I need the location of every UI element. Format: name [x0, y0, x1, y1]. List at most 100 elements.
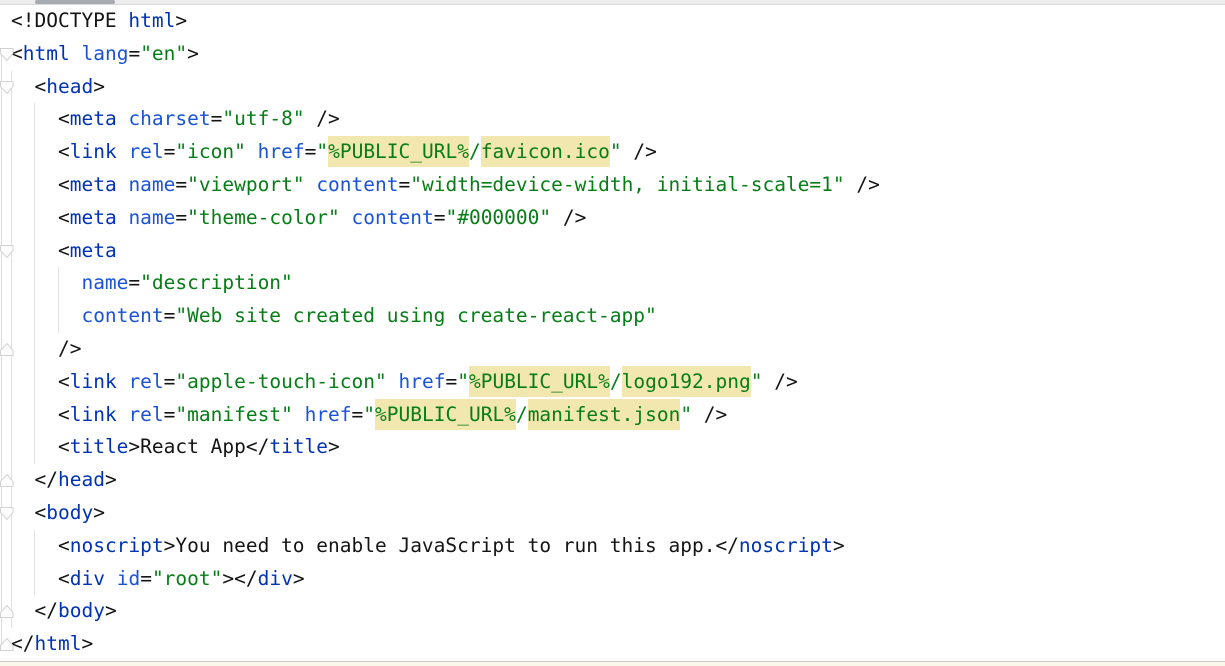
code-token: title — [269, 435, 328, 458]
code-token: > — [105, 599, 117, 622]
code-token: < — [58, 140, 70, 163]
code-line[interactable]: <head> — [11, 71, 1225, 104]
code-token: = — [164, 370, 176, 393]
code-editor: <!DOCTYPE html><html lang="en"> <head> <… — [0, 0, 1225, 666]
code-token: < — [58, 239, 70, 262]
fold-start-icon[interactable] — [0, 507, 14, 520]
code-token: </ — [34, 599, 57, 622]
code-token — [11, 468, 34, 491]
code-token: /> — [763, 370, 798, 393]
code-token: = — [434, 206, 446, 229]
code-line[interactable]: </body> — [11, 595, 1225, 628]
code-token: = — [164, 403, 176, 426]
code-line[interactable]: <!DOCTYPE html> — [11, 5, 1225, 38]
code-line[interactable]: <title>React App</title> — [11, 431, 1225, 464]
code-token — [70, 42, 82, 65]
code-token — [117, 403, 129, 426]
code-token: = — [211, 107, 223, 130]
code-line[interactable]: <html lang="en"> — [11, 38, 1225, 71]
code-line[interactable]: <meta charset="utf-8" /> — [11, 103, 1225, 136]
code-token: "apple-touch-icon" — [175, 370, 386, 393]
scrollbar-thumb[interactable] — [35, 0, 115, 4]
code-token: meta — [70, 239, 117, 262]
fold-end-icon[interactable] — [0, 343, 14, 356]
code-token: /> — [845, 173, 880, 196]
code-token: rel — [128, 370, 163, 393]
code-token: = — [128, 271, 140, 294]
code-token: link — [70, 140, 117, 163]
fold-end-icon[interactable] — [0, 638, 14, 651]
code-token — [117, 370, 129, 393]
code-area[interactable]: <!DOCTYPE html><html lang="en"> <head> <… — [0, 5, 1225, 661]
code-token: content — [81, 304, 163, 327]
code-line[interactable]: <noscript>You need to enable JavaScript … — [11, 530, 1225, 563]
code-line[interactable]: name="description" — [11, 267, 1225, 300]
code-token: "width=device-width, initial-scale=1" — [410, 173, 844, 196]
fold-end-icon[interactable] — [0, 474, 14, 487]
code-token: < — [58, 534, 70, 557]
code-token: React App — [140, 435, 246, 458]
code-token: You need to enable JavaScript to run thi… — [175, 534, 715, 557]
code-line[interactable]: <div id="root"></div> — [11, 563, 1225, 596]
code-token: title — [70, 435, 129, 458]
code-token — [293, 403, 305, 426]
code-token: html — [34, 632, 81, 655]
code-token — [11, 501, 34, 524]
indent-guide — [34, 530, 35, 596]
code-line[interactable]: <link rel="icon" href="%PUBLIC_URL%/favi… — [11, 136, 1225, 169]
code-token: "description" — [140, 271, 293, 294]
fold-start-icon[interactable] — [0, 81, 14, 94]
code-line[interactable]: </head> — [11, 464, 1225, 497]
code-line[interactable]: <meta — [11, 235, 1225, 268]
code-token: < — [58, 173, 70, 196]
code-line[interactable]: <meta name="viewport" content="width=dev… — [11, 169, 1225, 202]
code-token: "theme-color" — [187, 206, 340, 229]
code-token: content — [352, 206, 434, 229]
code-token: "en" — [140, 42, 187, 65]
code-token: meta — [70, 173, 117, 196]
code-token — [117, 140, 129, 163]
code-token: > — [93, 501, 105, 524]
code-token: </ — [34, 468, 57, 491]
highlighted-token: %PUBLIC_URL% — [328, 136, 469, 167]
code-token: href — [305, 403, 352, 426]
code-token: = — [352, 403, 364, 426]
code-token: "icon" — [175, 140, 245, 163]
code-line[interactable]: <link rel="manifest" href="%PUBLIC_URL%/… — [11, 399, 1225, 432]
fold-start-icon[interactable] — [0, 48, 14, 61]
code-token — [11, 75, 34, 98]
code-token — [117, 107, 129, 130]
code-token: meta — [70, 206, 117, 229]
code-token — [117, 206, 129, 229]
code-token: href — [258, 140, 305, 163]
code-token: name — [128, 173, 175, 196]
code-token: = — [399, 173, 411, 196]
code-token: < — [34, 501, 46, 524]
code-token: < — [58, 403, 70, 426]
highlighted-token: %PUBLIC_URL% — [469, 366, 610, 397]
code-token: name — [81, 271, 128, 294]
code-line[interactable]: </html> — [11, 628, 1225, 661]
code-line[interactable]: <meta name="theme-color" content="#00000… — [11, 202, 1225, 235]
code-token: / — [610, 370, 622, 393]
code-line[interactable]: <link rel="apple-touch-icon" href="%PUBL… — [11, 366, 1225, 399]
code-token: "manifest" — [175, 403, 292, 426]
code-token: / — [516, 403, 528, 426]
code-token: meta — [70, 107, 117, 130]
code-token: link — [70, 370, 117, 393]
indent-guide — [34, 103, 35, 464]
fold-end-icon[interactable] — [0, 605, 14, 618]
code-token: > — [128, 435, 140, 458]
code-token — [305, 173, 317, 196]
code-token: html — [128, 9, 175, 32]
fold-start-icon[interactable] — [0, 245, 14, 258]
code-line[interactable]: /> — [11, 333, 1225, 366]
code-token: href — [399, 370, 446, 393]
code-line[interactable]: <body> — [11, 497, 1225, 530]
code-token: content — [316, 173, 398, 196]
code-token: " — [363, 403, 375, 426]
code-token: ></ — [222, 567, 257, 590]
highlighted-token: favicon.ico — [481, 136, 610, 167]
code-line[interactable]: content="Web site created using create-r… — [11, 300, 1225, 333]
code-token — [11, 599, 34, 622]
